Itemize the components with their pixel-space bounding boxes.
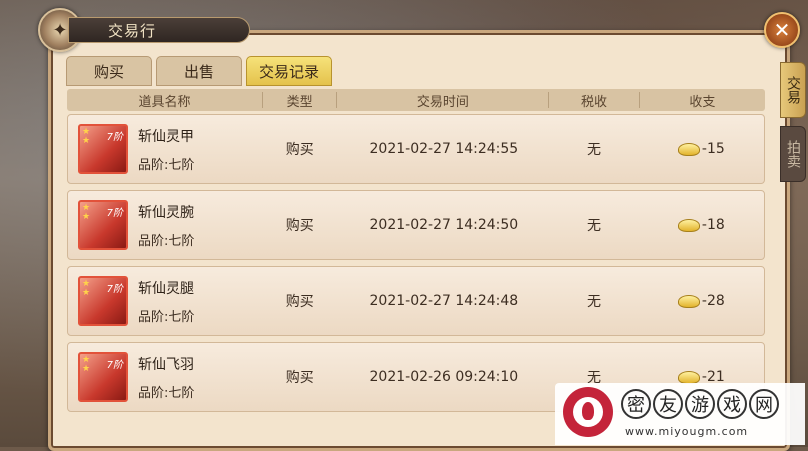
table-row[interactable]: ★ ★ 7阶 斩仙灵腕 品阶:七阶 购买 2021-02-27 14:24:50 无 … — [67, 190, 765, 260]
tab-buy[interactable]: 购买 — [66, 56, 152, 86]
item-tier: 7阶 — [106, 284, 123, 295]
side-tab-trade[interactable]: 交易 — [780, 62, 806, 118]
tab-trade-records[interactable]: 交易记录 — [246, 56, 332, 86]
table-row[interactable]: ★ ★ 7阶 斩仙灵甲 品阶:七阶 购买 2021-02-27 14:24:55 无 … — [67, 114, 765, 184]
side-tab-bar: 交易 拍卖 — [780, 62, 806, 190]
item-grade: 品阶:七阶 — [138, 385, 195, 401]
gold-ingot-icon — [677, 370, 700, 384]
item-grade: 品阶:七阶 — [138, 309, 195, 325]
item-name: 斩仙飞羽 — [138, 356, 194, 373]
site-watermark: 密 友 游 戏 网 www.miyougm.com — [555, 383, 805, 445]
trade-time: 2021-02-26 09:24:10 — [369, 369, 519, 385]
amount-value: -18 — [701, 217, 725, 233]
watermark-char: 游 — [685, 389, 715, 419]
trade-tax: 无 — [586, 218, 601, 234]
item-name: 斩仙灵甲 — [138, 128, 194, 145]
trade-time: 2021-02-27 14:24:50 — [369, 217, 519, 233]
item-tier: 7阶 — [106, 132, 123, 143]
watermark-char: 网 — [749, 389, 779, 419]
gold-ingot-icon — [677, 218, 700, 232]
star-icon: ★ ★ — [82, 127, 91, 146]
watermark-logo-icon — [563, 387, 613, 437]
window-title: 交易行 — [108, 22, 157, 40]
item-tier: 7阶 — [106, 360, 123, 371]
close-button[interactable]: ✕ — [764, 12, 800, 48]
tab-bar: 购买 出售 交易记录 — [66, 56, 332, 86]
table-header: 道具名称 类型 交易时间 税收 收支 — [67, 89, 765, 111]
amount-value: -28 — [701, 293, 725, 309]
trade-amount: -15 — [639, 141, 764, 157]
item-tier: 7阶 — [106, 208, 123, 219]
trade-time: 2021-02-27 14:24:55 — [369, 141, 519, 157]
item-grade: 品阶:七阶 — [138, 233, 195, 249]
header-tax: 税收 — [581, 94, 608, 110]
item-name: 斩仙灵腿 — [138, 280, 194, 297]
title-bar: ✦ 交易行 — [38, 8, 258, 52]
star-icon: ★ ★ — [82, 279, 91, 298]
trade-type: 购买 — [285, 218, 314, 234]
watermark-char: 戏 — [717, 389, 747, 419]
table-row[interactable]: ★ ★ 7阶 斩仙灵腿 品阶:七阶 购买 2021-02-27 14:24:48 无 … — [67, 266, 765, 336]
trade-amount: -18 — [639, 217, 764, 233]
leggings-item-icon[interactable]: ★ ★ 7阶 — [78, 276, 128, 326]
side-tab-auction[interactable]: 拍卖 — [780, 126, 806, 182]
watermark-char: 友 — [653, 389, 683, 419]
trade-amount: -28 — [639, 293, 764, 309]
gold-ingot-icon — [677, 142, 700, 156]
trade-record-list: ★ ★ 7阶 斩仙灵甲 品阶:七阶 购买 2021-02-27 14:24:55 无 … — [67, 114, 765, 418]
bracer-item-icon[interactable]: ★ ★ 7阶 — [78, 200, 128, 250]
header-amount: 收支 — [689, 94, 716, 110]
armor-item-icon[interactable]: ★ ★ 7阶 — [78, 124, 128, 174]
wing-item-icon[interactable]: ★ ★ 7阶 — [78, 352, 128, 402]
trade-type: 购买 — [285, 294, 314, 310]
tab-sell[interactable]: 出售 — [156, 56, 242, 86]
trade-tax: 无 — [586, 142, 601, 158]
watermark-title: 密 友 游 戏 网 — [621, 389, 779, 419]
amount-value: -15 — [701, 141, 725, 157]
item-name: 斩仙灵腕 — [138, 204, 194, 221]
trade-time: 2021-02-27 14:24:48 — [369, 293, 519, 309]
header-type: 类型 — [286, 94, 313, 110]
trade-type: 购买 — [285, 370, 314, 386]
item-cell: ★ ★ 7阶 斩仙灵腿品阶:七阶 — [68, 276, 263, 326]
gold-ingot-icon — [677, 294, 700, 308]
watermark-url: www.miyougm.com — [625, 425, 749, 438]
trade-tax: 无 — [586, 294, 601, 310]
trade-type: 购买 — [285, 142, 314, 158]
watermark-char: 密 — [621, 389, 651, 419]
header-item-name: 道具名称 — [138, 94, 191, 110]
item-cell: ★ ★ 7阶 斩仙灵甲品阶:七阶 — [68, 124, 263, 174]
item-cell: ★ ★ 7阶 斩仙飞羽品阶:七阶 — [68, 352, 263, 402]
item-cell: ★ ★ 7阶 斩仙灵腕品阶:七阶 — [68, 200, 263, 250]
header-time: 交易时间 — [416, 94, 469, 110]
item-grade: 品阶:七阶 — [138, 157, 195, 173]
star-icon: ★ ★ — [82, 203, 91, 222]
star-icon: ★ ★ — [82, 355, 91, 374]
title-plate — [68, 17, 250, 43]
